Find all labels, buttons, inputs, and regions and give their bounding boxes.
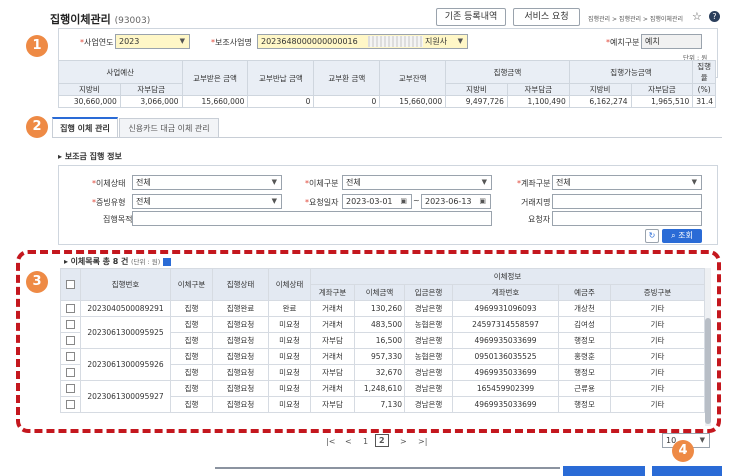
page-title-text: 집행이체관리: [50, 13, 111, 26]
requester-label: 요청자: [528, 215, 551, 224]
summary-value: 0: [247, 95, 315, 108]
bank-input[interactable]: [552, 194, 702, 209]
page-title: 집행이체관리 (93003): [50, 11, 150, 27]
budget-gov-header: 지방비: [58, 83, 121, 96]
type-label: *이체구분: [305, 179, 339, 188]
summary-table: 사업예산 교부받은 금액 교부반납 금액 교부환 금액 교부잔액 집행금액 집행…: [58, 60, 716, 108]
rate-header: 집행율: [692, 60, 716, 84]
avail-self-header: 자부담금: [630, 83, 694, 96]
refund-header: 교부환 금액: [313, 60, 381, 96]
grant-header: 교부받은 금액: [181, 60, 249, 96]
avail-header: 집행가능금액: [568, 60, 694, 84]
exec-self-header: 자부담금: [506, 83, 570, 96]
step-badge-4: 4: [672, 440, 694, 462]
summary-value: 1,965,510: [630, 95, 694, 108]
status-select[interactable]: 전체 ▼: [132, 175, 282, 190]
summary-value: 3,066,000: [119, 95, 183, 108]
prev-page-button[interactable]: <: [345, 437, 352, 446]
summary-value: 1,100,490: [506, 95, 570, 108]
account-label: *계좌구분: [517, 179, 551, 188]
avail-gov-header: 지방비: [568, 83, 632, 96]
return-header: 교부반납 금액: [247, 60, 315, 96]
purpose-input[interactable]: [132, 211, 492, 226]
bottom-action-button[interactable]: [563, 466, 645, 476]
date-from-input[interactable]: 2023-03-01 ▣: [342, 194, 412, 209]
bank-label: 거래지명: [521, 198, 551, 207]
next-page-button[interactable]: >: [400, 437, 407, 446]
budget-header: 사업예산: [58, 60, 183, 84]
deposit-field: 예치: [641, 34, 702, 49]
tab-divider: [52, 137, 722, 138]
breadcrumb: 집행관리 > 집행관리 > 집행이체관리: [588, 16, 683, 23]
section-title: ▸ 보조금 집행 정보: [58, 152, 122, 161]
search-icon: ⌕: [671, 231, 676, 240]
year-select[interactable]: 2023 ▼: [115, 34, 190, 49]
bottom-divider: [215, 467, 560, 469]
date-label: *요청일자: [305, 198, 339, 207]
exec-gov-header: 지방비: [445, 83, 508, 96]
summary-value: 6,162,274: [568, 95, 632, 108]
proof-select[interactable]: 전체 ▼: [132, 194, 282, 209]
star-icon[interactable]: ☆: [692, 10, 702, 23]
summary-value: 9,497,726: [445, 95, 508, 108]
page-code: (93003): [114, 16, 151, 26]
purpose-label: 집행목적: [103, 215, 133, 224]
redacted-block: [368, 36, 423, 47]
date-to-input[interactable]: 2023-06-13 ▣: [421, 194, 491, 209]
step-badge-1: 1: [26, 35, 48, 57]
search-button[interactable]: ⌕ 조회: [662, 229, 702, 243]
last-page-button[interactable]: >|: [418, 437, 427, 446]
summary-value: 0: [313, 95, 381, 108]
page-2[interactable]: 2: [375, 434, 389, 447]
summary-value: 30,660,000: [58, 95, 121, 108]
status-label: *이체상태: [92, 179, 126, 188]
date-separator: ~: [413, 196, 420, 205]
sub-project-select[interactable]: 2023648000000000016 지원사 ▼: [257, 34, 468, 49]
first-page-button[interactable]: |<: [326, 437, 335, 446]
budget-self-header: 자부담금: [119, 83, 183, 96]
rate-unit-header: (%): [692, 83, 716, 96]
account-select[interactable]: 전체 ▼: [552, 175, 702, 190]
summary-value: 31.4: [692, 95, 716, 108]
summary-value: 15,660,000: [181, 95, 249, 108]
tab-card[interactable]: 신용카드 대금 이체 관리: [119, 118, 219, 138]
bottom-action-button-2[interactable]: [652, 466, 722, 476]
summary-value: 15,660,000: [379, 95, 447, 108]
sub-project-label: *보조사업명: [211, 38, 252, 47]
deposit-label: *예치구분: [606, 38, 640, 47]
calendar-icon[interactable]: ▣: [479, 195, 486, 208]
calendar-icon[interactable]: ▣: [400, 195, 407, 208]
proof-label: *증빙유형: [92, 198, 126, 207]
page-1[interactable]: 1: [363, 437, 368, 446]
previous-records-button[interactable]: 기존 등록내역: [436, 8, 506, 26]
service-request-button[interactable]: 서비스 요청: [513, 8, 580, 26]
reset-icon[interactable]: ↻: [645, 229, 659, 243]
highlight-box: [16, 250, 721, 433]
year-label: *사업연도: [80, 38, 114, 47]
tab-transfer[interactable]: 집행 이체 관리: [52, 117, 118, 137]
help-icon[interactable]: ?: [709, 11, 720, 22]
step-badge-3: 3: [26, 271, 48, 293]
type-select[interactable]: 전체 ▼: [342, 175, 492, 190]
balance-header: 교부잔액: [379, 60, 447, 96]
exec-header: 집행금액: [445, 60, 570, 84]
requester-input[interactable]: [552, 211, 702, 226]
step-badge-2: 2: [26, 116, 48, 138]
